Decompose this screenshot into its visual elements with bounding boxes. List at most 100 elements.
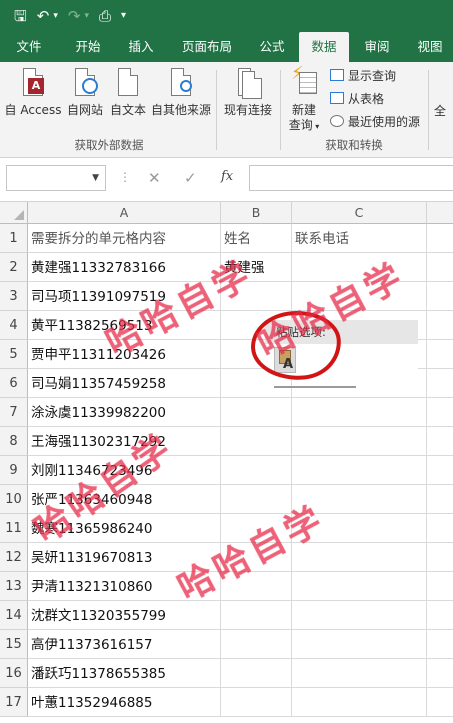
- print-preview-icon[interactable]: ⎙: [99, 0, 111, 32]
- cell-d[interactable]: [427, 282, 453, 311]
- cell-a[interactable]: 贾申平11311203426: [28, 340, 221, 369]
- cell-d[interactable]: [427, 543, 453, 572]
- row-header[interactable]: 13: [0, 572, 28, 601]
- cell-a[interactable]: 涂泳虞11339982200: [28, 398, 221, 427]
- cell-d[interactable]: [427, 253, 453, 282]
- cell-a[interactable]: 张严11363460948: [28, 485, 221, 514]
- cell-c[interactable]: [292, 456, 427, 485]
- redo-dropdown-icon[interactable]: ▾: [84, 0, 89, 32]
- column-header-c[interactable]: C: [292, 202, 427, 224]
- cell-a[interactable]: 王海强11302317292: [28, 427, 221, 456]
- cell-b[interactable]: 姓名: [221, 224, 292, 253]
- undo-dropdown-icon[interactable]: ▾: [53, 0, 58, 32]
- cell-b[interactable]: [221, 543, 292, 572]
- tab-data[interactable]: 数据: [299, 32, 349, 62]
- row-header[interactable]: 17: [0, 688, 28, 717]
- cancel-icon[interactable]: ✕: [148, 169, 161, 187]
- cell-d[interactable]: [427, 311, 453, 340]
- enter-icon[interactable]: ✓: [184, 169, 197, 187]
- cell-a[interactable]: 尹清11321310860: [28, 572, 221, 601]
- existing-connections-button[interactable]: 现有连接: [220, 66, 276, 118]
- cell-d[interactable]: [427, 427, 453, 456]
- row-header[interactable]: 4: [0, 311, 28, 340]
- cell-a[interactable]: 黄建强11332783166: [28, 253, 221, 282]
- cell-d[interactable]: [427, 601, 453, 630]
- row-header[interactable]: 1: [0, 224, 28, 253]
- chevron-down-icon[interactable]: ▼: [92, 173, 99, 183]
- from-other-sources-button[interactable]: 自其他来源: [149, 66, 213, 118]
- cell-a[interactable]: 司马项11391097519: [28, 282, 221, 311]
- from-text-button[interactable]: 自文本: [107, 66, 149, 118]
- column-header-d[interactable]: [427, 202, 453, 224]
- cell-d[interactable]: [427, 630, 453, 659]
- row-header[interactable]: 12: [0, 543, 28, 572]
- cell-b[interactable]: [221, 282, 292, 311]
- cell-c[interactable]: [292, 659, 427, 688]
- cell-a[interactable]: 黄平11382569513: [28, 311, 221, 340]
- cell-b[interactable]: [221, 630, 292, 659]
- from-table-button[interactable]: 从表格: [330, 89, 384, 107]
- cell-c[interactable]: [292, 601, 427, 630]
- show-queries-button[interactable]: 显示查询: [330, 66, 396, 84]
- new-query-button[interactable]: ⚡ 新建 查询 ▾: [284, 65, 324, 134]
- cell-c[interactable]: [292, 630, 427, 659]
- row-header[interactable]: 15: [0, 630, 28, 659]
- cell-d[interactable]: [427, 485, 453, 514]
- cell-b[interactable]: [221, 601, 292, 630]
- cell-d[interactable]: [427, 572, 453, 601]
- cell-c[interactable]: [292, 572, 427, 601]
- row-header[interactable]: 6: [0, 369, 28, 398]
- cell-d[interactable]: [427, 398, 453, 427]
- cell-a[interactable]: 叶蕙11352946885: [28, 688, 221, 717]
- row-header[interactable]: 14: [0, 601, 28, 630]
- cell-b[interactable]: [221, 572, 292, 601]
- tab-formulas[interactable]: 公式: [250, 32, 294, 62]
- cell-c[interactable]: [292, 688, 427, 717]
- tab-view[interactable]: 视图: [408, 32, 452, 62]
- cell-c[interactable]: [292, 427, 427, 456]
- cell-c[interactable]: [292, 253, 427, 282]
- formula-bar-resize-handle[interactable]: ⋮: [119, 170, 131, 184]
- cell-a[interactable]: 潘跃巧11378655385: [28, 659, 221, 688]
- name-box[interactable]: ▼: [6, 165, 106, 191]
- cell-b[interactable]: [221, 659, 292, 688]
- cell-b[interactable]: [221, 427, 292, 456]
- insert-function-icon[interactable]: fx: [221, 169, 233, 184]
- formula-input[interactable]: [249, 165, 453, 191]
- refresh-all-button[interactable]: 全: [434, 104, 453, 119]
- row-header[interactable]: 7: [0, 398, 28, 427]
- tab-page-layout[interactable]: 页面布局: [174, 32, 240, 62]
- cell-a[interactable]: 刘刚11346723496: [28, 456, 221, 485]
- redo-icon[interactable]: ↷: [68, 0, 81, 32]
- cell-d[interactable]: [427, 514, 453, 543]
- cell-c[interactable]: [292, 514, 427, 543]
- row-header[interactable]: 8: [0, 427, 28, 456]
- cell-c[interactable]: [292, 543, 427, 572]
- cell-a[interactable]: 司马娟11357459258: [28, 369, 221, 398]
- cell-d[interactable]: [427, 456, 453, 485]
- row-header[interactable]: 5: [0, 340, 28, 369]
- cell-d[interactable]: [427, 340, 453, 369]
- row-header[interactable]: 9: [0, 456, 28, 485]
- tab-insert[interactable]: 插入: [118, 32, 164, 62]
- cell-a[interactable]: 魏寒11365986240: [28, 514, 221, 543]
- cell-d[interactable]: [427, 688, 453, 717]
- cell-b[interactable]: [221, 688, 292, 717]
- cell-b[interactable]: [221, 514, 292, 543]
- row-header[interactable]: 2: [0, 253, 28, 282]
- cell-d[interactable]: [427, 659, 453, 688]
- customize-qat-icon[interactable]: ▾: [121, 0, 126, 32]
- row-header[interactable]: 16: [0, 659, 28, 688]
- tab-home[interactable]: 开始: [62, 32, 114, 62]
- from-web-button[interactable]: 自网站: [64, 66, 106, 118]
- undo-icon[interactable]: ↶: [37, 0, 50, 32]
- save-icon[interactable]: 🖫: [14, 0, 27, 32]
- cell-b[interactable]: [221, 485, 292, 514]
- row-header[interactable]: 11: [0, 514, 28, 543]
- cell-c[interactable]: 联系电话: [292, 224, 427, 253]
- row-header[interactable]: 3: [0, 282, 28, 311]
- tab-review[interactable]: 审阅: [354, 32, 400, 62]
- recent-sources-button[interactable]: 最近使用的源: [330, 112, 420, 130]
- column-header-a[interactable]: A: [28, 202, 221, 224]
- cell-a[interactable]: 高伊11373616157: [28, 630, 221, 659]
